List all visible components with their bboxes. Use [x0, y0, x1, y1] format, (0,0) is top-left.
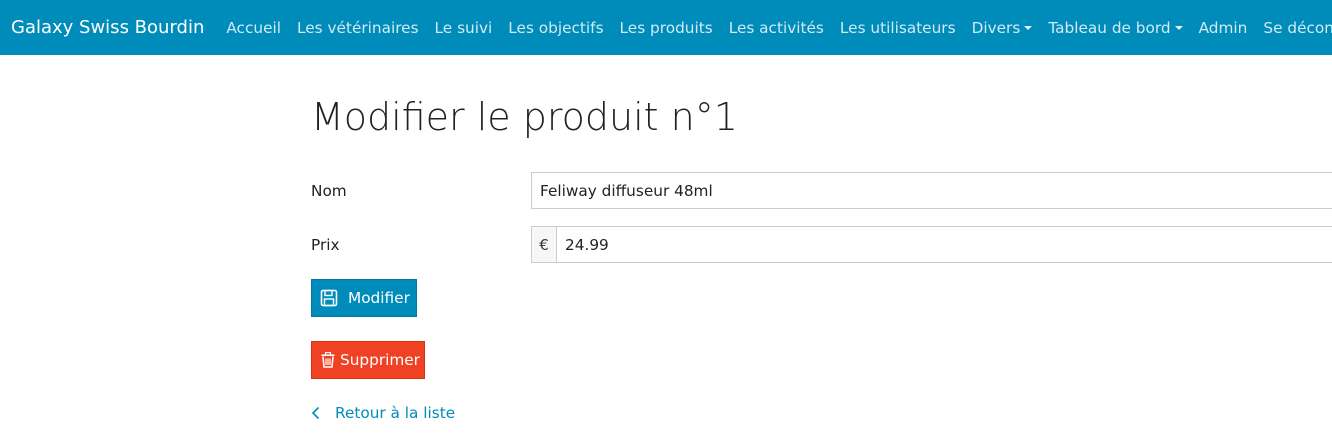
nom-input[interactable]: Feliway diffuseur 48ml: [531, 172, 1332, 209]
back-to-list-link[interactable]: Retour à la liste: [311, 404, 455, 422]
modify-button-label: Modifier: [348, 289, 410, 307]
delete-button[interactable]: Supprimer: [311, 341, 425, 379]
nav-item-accueil[interactable]: Accueil: [218, 19, 289, 37]
nav-item-tableau-de-bord-label: Tableau de bord: [1048, 18, 1171, 37]
nom-input-value: Feliway diffuseur 48ml: [540, 181, 713, 200]
page-title: Modifier le produit n°1: [311, 95, 738, 139]
nav-item-divers-dropdown[interactable]: Divers: [964, 19, 1041, 37]
caret-down-icon: [1174, 25, 1183, 30]
nav-menu: Accueil Les vétérinaires Le suivi Les ob…: [218, 19, 1332, 37]
nav-item-divers-label: Divers: [971, 18, 1021, 37]
prix-label: Prix: [311, 235, 340, 254]
nav-item-utilisateurs[interactable]: Les utilisateurs: [832, 19, 964, 37]
nav-item-objectifs[interactable]: Les objectifs: [500, 19, 611, 37]
chevron-left-icon: [311, 406, 320, 420]
trash-icon: [321, 352, 335, 368]
nom-label: Nom: [311, 181, 347, 200]
prix-input[interactable]: 24.99: [557, 236, 609, 254]
brand-link[interactable]: Galaxy Swiss Bourdin: [11, 17, 204, 38]
delete-button-label: Supprimer: [340, 351, 420, 369]
nav-item-veterinaires[interactable]: Les vétérinaires: [289, 19, 427, 37]
top-navbar: Galaxy Swiss Bourdin Accueil Les vétérin…: [0, 0, 1332, 55]
nav-item-admin[interactable]: Admin: [1191, 19, 1256, 37]
form-row-prix: Prix € 24.99: [311, 226, 1332, 263]
form-row-nom: Nom Feliway diffuseur 48ml: [311, 172, 1332, 209]
nav-item-suivi[interactable]: Le suivi: [427, 19, 501, 37]
back-to-list-label: Retour à la liste: [335, 404, 456, 422]
nav-item-tableau-de-bord-dropdown[interactable]: Tableau de bord: [1040, 19, 1190, 37]
nav-item-deconnecter[interactable]: Se déconnecter: [1255, 19, 1332, 37]
nav-item-activites[interactable]: Les activités: [721, 19, 832, 37]
save-icon: [320, 289, 338, 307]
euro-addon: €: [532, 227, 557, 262]
caret-down-icon: [1024, 25, 1033, 30]
modify-button[interactable]: Modifier: [311, 279, 417, 317]
prix-input-group: € 24.99: [531, 226, 1332, 263]
nav-item-produits[interactable]: Les produits: [612, 19, 721, 37]
